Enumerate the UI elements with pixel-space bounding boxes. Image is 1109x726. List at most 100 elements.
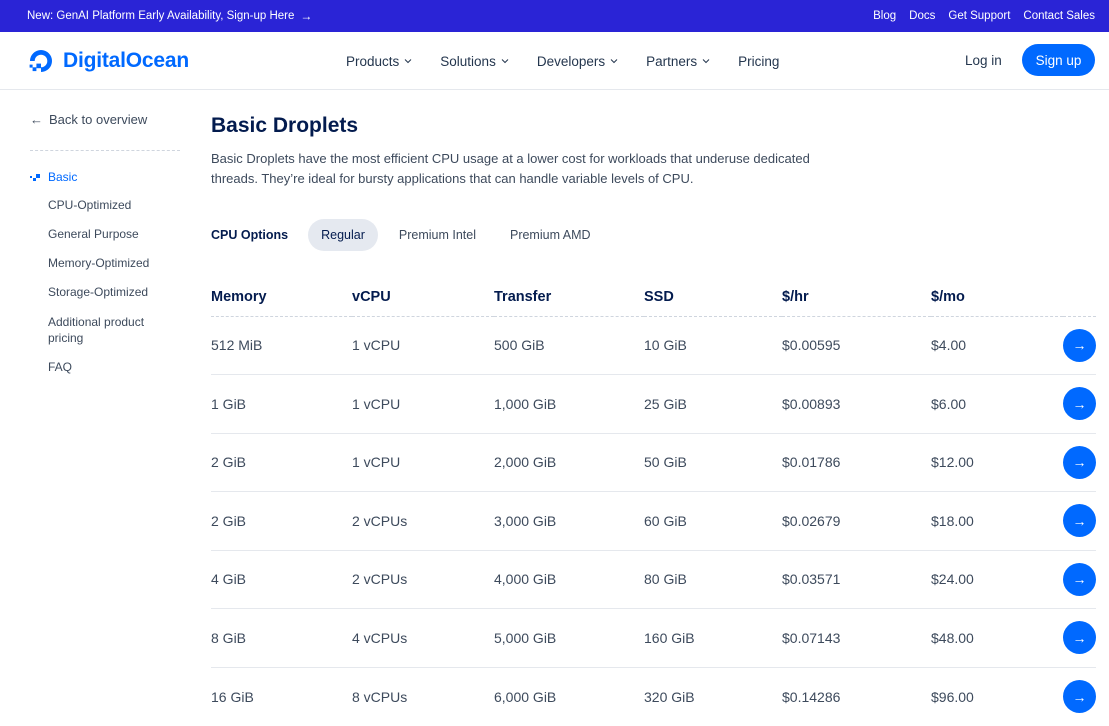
cell-memory: 1 GiB (211, 374, 352, 434)
tab-regular[interactable]: Regular (308, 219, 378, 251)
cell-vcpu: 8 vCPUs (352, 688, 408, 705)
sidebar-item-basic[interactable]: Basic (30, 170, 180, 185)
nav-pricing[interactable]: Pricing (738, 54, 779, 69)
cell-transfer: 4,000 GiB (494, 550, 644, 609)
cell-vcpu: 2 vCPUs (352, 550, 494, 609)
chevron-down-icon (610, 59, 618, 64)
sidebar-item-faq[interactable]: FAQ (30, 360, 180, 375)
cell-ssd: 80 GiB (644, 550, 782, 609)
header-price-monthly: $/mo (931, 278, 1063, 317)
blog-link[interactable]: Blog (873, 10, 896, 22)
logo-link[interactable]: DigitalOcean (27, 47, 189, 75)
cell-price-hourly: $0.00893 (782, 374, 931, 434)
cell-memory: 512 MiB (211, 316, 352, 375)
cell-ssd: 60 GiB (644, 491, 782, 551)
nav-label: Pricing (738, 53, 780, 69)
sidebar-item-label: Basic (48, 170, 78, 184)
cell-price-monthly: $24.00 (931, 550, 1063, 609)
nav-solutions[interactable]: Solutions (440, 54, 509, 69)
cell-price-hourly: $0.14286 (782, 688, 841, 705)
cell-ssd: 25 GiB (644, 374, 782, 434)
arrow-right-icon[interactable]: → (1063, 387, 1096, 421)
pricing-table-body: 512 MiB 1 vCPU 500 GiB 10 GiB $0.00595 $4.00 →… (211, 316, 1096, 726)
page-description: Basic Droplets have the most efficient C… (211, 151, 810, 186)
cell-price-hourly: $0.02679 (782, 491, 931, 551)
sidebar-nav: Basic CPU-Optimized General Purpose Memo… (30, 170, 180, 389)
pricing-table: Memory vCPU Transfer SSD $/hr $/mo 512 M… (211, 278, 1096, 726)
cell-vcpu: 1 vCPU (352, 374, 494, 434)
cell-vcpu: 4 vCPUs (352, 608, 494, 668)
table-row: 2 GiB 1 vCPU 2,000 GiB 50 GiB $0.01786 $12.00… (211, 433, 1096, 492)
sidebar-item-cpu-optimized[interactable]: CPU-Optimized (30, 198, 180, 213)
cell-memory: 2 GiB (211, 491, 352, 551)
nav-label: Solutions (440, 53, 496, 69)
cell-price-monthly: $96.00 (931, 688, 974, 705)
table-row: 16 GiB 8 vCPUs 6,000 GiB 320 GiB $0.14286 $96… (211, 667, 1096, 726)
docs-link[interactable]: Docs (909, 10, 935, 22)
header-price-hourly: $/hr (782, 278, 931, 317)
header-ssd: SSD (644, 278, 782, 317)
arrow-right-icon[interactable]: → (1063, 621, 1096, 655)
table-row: 4 GiB 2 vCPUs 4,000 GiB 80 GiB $0.03571 $24.0… (211, 550, 1096, 609)
utility-links: Blog Docs Get Support Contact Sales (873, 0, 1095, 32)
cell-transfer: 500 GiB (494, 316, 644, 375)
chevron-down-icon (501, 59, 509, 64)
sidebar-item-storage-optimized[interactable]: Storage-Optimized (30, 285, 180, 300)
contact-sales-link[interactable]: Contact Sales (1023, 10, 1095, 22)
announcement-link[interactable]: New: GenAI Platform Early Availability, … (27, 0, 312, 32)
cell-memory: 16 GiB (211, 688, 254, 705)
cell-ssd: 320 GiB (644, 688, 695, 705)
cell-memory: 4 GiB (211, 550, 352, 609)
cell-price-hourly: $0.07143 (782, 608, 931, 668)
arrow-right-icon[interactable]: → (1063, 504, 1096, 538)
tab-premium-intel[interactable]: Premium Intel (386, 219, 489, 251)
sidebar-item-memory-optimized[interactable]: Memory-Optimized (30, 256, 180, 271)
cell-action: → (1063, 608, 1096, 668)
nav-label: Developers (536, 53, 606, 69)
site-header: DigitalOcean Products Solutions Develope… (0, 32, 1109, 90)
cell-transfer: 3,000 GiB (494, 491, 644, 551)
cell-memory: 8 GiB (211, 608, 352, 668)
digitalocean-logo-icon (29, 50, 52, 72)
login-link[interactable]: Log in (965, 32, 1002, 90)
cell-action: → (1063, 667, 1096, 726)
header-action (1063, 278, 1096, 317)
table-row: 2 GiB 2 vCPUs 3,000 GiB 60 GiB $0.02679 $18.0… (211, 491, 1096, 551)
arrow-right-icon: → (300, 9, 313, 23)
header-transfer: Transfer (494, 278, 644, 317)
cell-ssd: 50 GiB (644, 433, 782, 492)
nav-developers[interactable]: Developers (537, 54, 618, 69)
sidebar-divider (30, 150, 180, 151)
main-nav: Products Solutions Developers Partners P… (346, 32, 779, 90)
cell-price-monthly: $48.00 (931, 608, 1063, 668)
back-label: Back to overview (49, 112, 148, 127)
arrow-right-icon[interactable]: → (1063, 328, 1096, 362)
cell-price-monthly: $4.00 (931, 316, 1063, 375)
sidebar-item-general-purpose[interactable]: General Purpose (30, 227, 180, 242)
cell-vcpu: 1 vCPU (352, 433, 494, 492)
cell-action: → (1063, 491, 1096, 551)
cell-ssd: 160 GiB (644, 608, 782, 668)
nav-products[interactable]: Products (346, 54, 412, 69)
arrow-right-icon[interactable]: → (1063, 445, 1096, 479)
cpu-options-label: CPU Options (211, 228, 289, 242)
signup-button[interactable]: Sign up (1022, 44, 1095, 76)
table-row: 512 MiB 1 vCPU 500 GiB 10 GiB $0.00595 $4.00 → (211, 316, 1096, 375)
cell-ssd: 10 GiB (644, 316, 782, 375)
back-to-overview-link[interactable]: ← Back to overview (30, 112, 147, 127)
get-support-link[interactable]: Get Support (948, 10, 1010, 22)
cell-transfer: 5,000 GiB (494, 608, 644, 668)
tab-premium-amd[interactable]: Premium AMD (497, 219, 604, 251)
cell-price-monthly: $12.00 (931, 433, 1063, 492)
arrow-right-icon[interactable]: → (1063, 680, 1096, 713)
pixel-dots-icon (30, 173, 40, 181)
cell-transfer: 1,000 GiB (494, 374, 644, 434)
cell-transfer: 6,000 GiB (494, 688, 557, 705)
table-header-row: Memory vCPU Transfer SSD $/hr $/mo (211, 278, 1096, 317)
arrow-right-icon[interactable]: → (1063, 562, 1096, 596)
nav-partners[interactable]: Partners (646, 54, 710, 69)
cell-action: → (1063, 374, 1096, 434)
sidebar-item-additional-pricing[interactable]: Additional product pricing (30, 314, 180, 346)
table-row: 1 GiB 1 vCPU 1,000 GiB 25 GiB $0.00893 $6.00 → (211, 374, 1096, 434)
table-row: 8 GiB 4 vCPUs 5,000 GiB 160 GiB $0.07143 $48.… (211, 608, 1096, 668)
